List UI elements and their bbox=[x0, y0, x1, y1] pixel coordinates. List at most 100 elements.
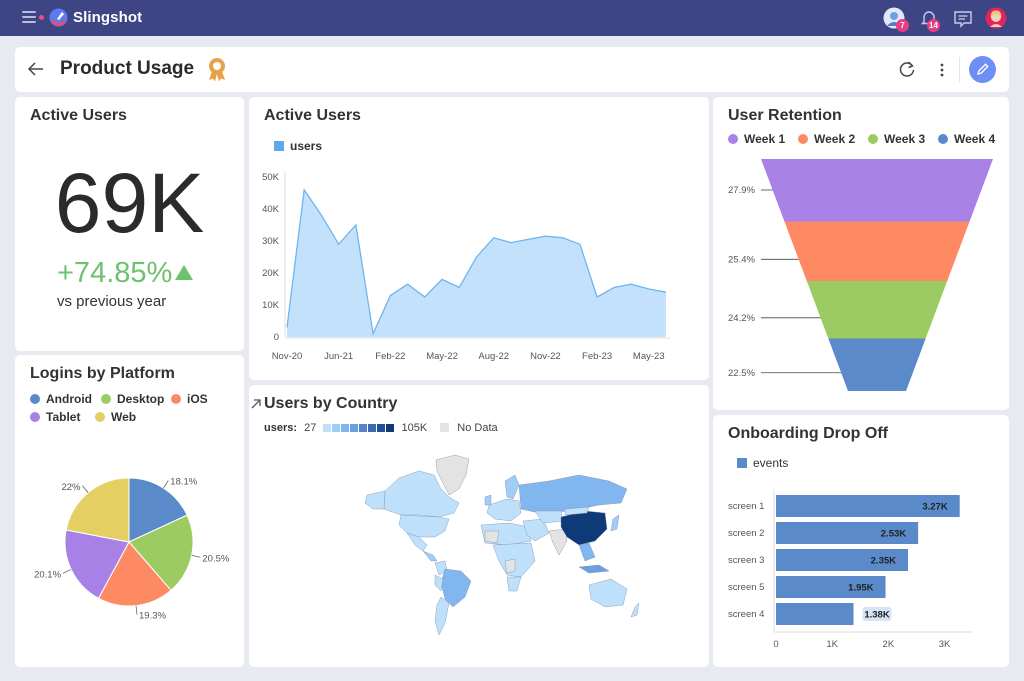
pie-data-label: 20.1% bbox=[34, 569, 61, 580]
bar-data-label: 1.38K bbox=[864, 610, 889, 621]
pie-chart: 18.1% 20.5% 19.3% 20.1% 22% bbox=[34, 476, 230, 621]
data-point[interactable] bbox=[353, 223, 358, 228]
data-point[interactable] bbox=[543, 234, 548, 239]
country-europe bbox=[486, 498, 522, 522]
bar-data-label: 1.95K bbox=[848, 583, 873, 594]
chat-icon bbox=[954, 11, 972, 28]
kpi-delta: +74.85% bbox=[57, 257, 194, 290]
x-tick-label: May-22 bbox=[426, 351, 458, 362]
pie-label-leader bbox=[62, 569, 72, 574]
category-label: screen 3 bbox=[728, 555, 764, 566]
back-arrow-icon[interactable] bbox=[27, 59, 45, 79]
pie-data-label: 18.1% bbox=[170, 476, 197, 487]
funnel-data-label: 25.4% bbox=[728, 254, 755, 265]
messages-button[interactable] bbox=[952, 7, 974, 29]
country-sahara bbox=[484, 530, 500, 544]
data-point[interactable] bbox=[612, 285, 617, 290]
data-point[interactable] bbox=[560, 235, 565, 240]
country-uk bbox=[484, 494, 492, 506]
y-tick-label: 20K bbox=[262, 268, 280, 279]
kpi-comparison-label: vs previous year bbox=[57, 293, 167, 310]
data-point[interactable] bbox=[664, 290, 669, 295]
pencil-icon bbox=[977, 63, 989, 75]
more-vertical-icon[interactable] bbox=[935, 60, 949, 80]
data-point[interactable] bbox=[405, 282, 410, 287]
data-point[interactable] bbox=[491, 235, 496, 240]
country-china bbox=[560, 510, 608, 546]
data-point[interactable] bbox=[526, 237, 531, 242]
x-tick-label: Feb-22 bbox=[375, 351, 405, 362]
x-tick-label: 3K bbox=[939, 639, 951, 650]
onboarding-drop-off-widget: Onboarding Drop Off events screen 1 3.27K… bbox=[713, 415, 1009, 667]
data-point[interactable] bbox=[388, 293, 393, 298]
category-label: screen 5 bbox=[728, 582, 764, 593]
category-label: screen 4 bbox=[728, 609, 764, 620]
funnel-data-label: 22.5% bbox=[728, 368, 755, 379]
country-southeast-asia bbox=[578, 542, 596, 562]
bell-badge: 14 bbox=[927, 19, 940, 32]
widget-title: Active Users bbox=[30, 107, 127, 124]
kpi-active-users-widget: Active Users 69K +74.85% vs previous yea… bbox=[15, 97, 244, 351]
avatar-icon bbox=[985, 7, 1007, 29]
data-point[interactable] bbox=[285, 325, 290, 330]
country-russia bbox=[518, 474, 628, 514]
country-india bbox=[548, 528, 568, 556]
user-retention-widget: User Retention Week 1 Week 2 Week 3 Week… bbox=[713, 97, 1009, 410]
profile-notifications-button[interactable]: 7 bbox=[883, 7, 909, 32]
kpi-delta-value: +74.85% bbox=[57, 257, 173, 289]
country-argentina bbox=[434, 596, 450, 636]
funnel-segment-3[interactable] bbox=[806, 281, 948, 339]
data-point[interactable] bbox=[508, 240, 513, 245]
data-point[interactable] bbox=[319, 213, 324, 218]
funnel-segment-4[interactable] bbox=[828, 338, 926, 391]
data-point[interactable] bbox=[595, 295, 600, 300]
y-tick-label: 0 bbox=[274, 332, 279, 343]
data-point[interactable] bbox=[457, 285, 462, 290]
category-label: screen 2 bbox=[728, 528, 764, 539]
data-point[interactable] bbox=[577, 242, 582, 247]
world-map[interactable] bbox=[249, 385, 709, 667]
bar-screen-4[interactable] bbox=[776, 603, 854, 625]
data-point[interactable] bbox=[422, 295, 427, 300]
data-point[interactable] bbox=[474, 255, 479, 260]
x-tick-label: 0 bbox=[773, 639, 778, 650]
pie-data-label: 22% bbox=[61, 482, 81, 493]
data-point[interactable] bbox=[629, 282, 634, 287]
bar-chart: screen 1 3.27K screen 2 2.53K screen 3 2.35K s… bbox=[728, 489, 972, 650]
menu-icon[interactable] bbox=[22, 11, 36, 23]
bar-data-label: 2.35K bbox=[871, 556, 896, 567]
notifications-button[interactable]: 14 bbox=[918, 7, 940, 32]
x-tick-label: Jun-21 bbox=[324, 351, 353, 362]
funnel-segment-2[interactable] bbox=[784, 221, 970, 282]
page-title: Product Usage bbox=[60, 58, 195, 79]
data-point[interactable] bbox=[302, 187, 307, 192]
data-point[interactable] bbox=[646, 287, 651, 292]
data-point[interactable] bbox=[371, 331, 376, 336]
refresh-icon[interactable] bbox=[897, 59, 917, 79]
country-alaska bbox=[364, 490, 386, 510]
brand-name[interactable]: Slingshot bbox=[73, 9, 142, 26]
x-tick-label: May-23 bbox=[633, 351, 665, 362]
slingshot-logo-icon bbox=[49, 8, 68, 27]
country-central-america bbox=[422, 550, 438, 562]
edit-dashboard-button[interactable] bbox=[969, 56, 996, 83]
bar-data-label: 2.53K bbox=[881, 529, 906, 540]
x-tick-label: 2K bbox=[883, 639, 895, 650]
bar-data-label: 3.27K bbox=[922, 502, 947, 513]
data-point[interactable] bbox=[336, 242, 341, 247]
country-australia bbox=[588, 578, 628, 608]
data-point[interactable] bbox=[440, 277, 445, 282]
funnel-segment-1[interactable] bbox=[761, 159, 993, 222]
menu-indicator-dot bbox=[39, 15, 44, 20]
pie-data-label: 20.5% bbox=[202, 553, 229, 564]
kpi-value: 69K bbox=[54, 156, 205, 250]
x-tick-label: Feb-23 bbox=[582, 351, 612, 362]
x-tick-label: Aug-22 bbox=[478, 351, 509, 362]
country-usa bbox=[398, 514, 450, 538]
area-fill bbox=[287, 189, 666, 337]
trend-up-icon bbox=[175, 265, 194, 280]
user-profile-avatar[interactable] bbox=[985, 7, 1007, 29]
pie-label-leader bbox=[135, 605, 138, 615]
y-tick-label: 50K bbox=[262, 172, 280, 183]
users-by-country-widget: Users by Country users: 27 105K No Data bbox=[249, 385, 709, 667]
